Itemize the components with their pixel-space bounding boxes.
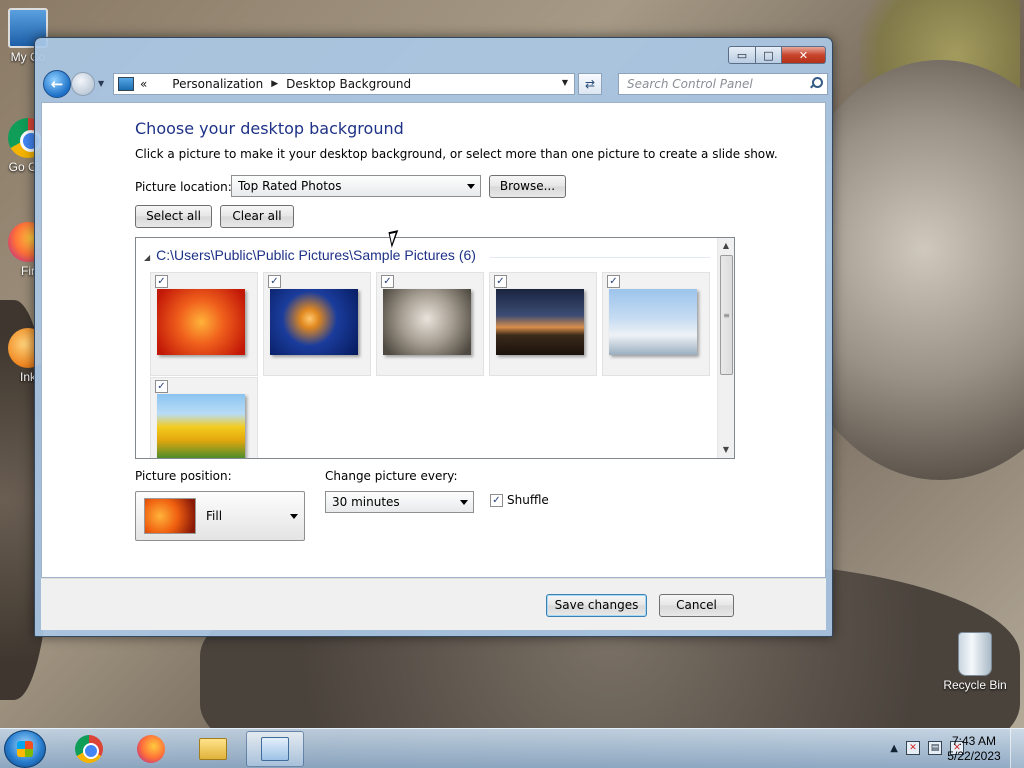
group-title: C:\Users\Public\Public Pictures\Sample P… — [156, 247, 476, 263]
show-desktop-button[interactable] — [1010, 729, 1024, 768]
search-placeholder: Search Control Panel — [627, 77, 753, 91]
cancel-button[interactable]: Cancel — [659, 594, 734, 617]
network-icon[interactable]: ▤ — [928, 741, 942, 755]
picture-tile-jellyfish[interactable]: ✓ — [263, 272, 371, 376]
taskbar-explorer[interactable] — [184, 731, 242, 767]
show-hidden-icons-icon[interactable]: ▲ — [890, 743, 898, 754]
picture-checkbox[interactable]: ✓ — [268, 275, 281, 288]
thumbnail-koala — [383, 289, 471, 355]
desktop-background-panel: Choose your desktop background Click a p… — [41, 102, 826, 578]
page-title: Choose your desktop background — [135, 119, 404, 138]
picture-location-select[interactable]: Top Rated Photos — [231, 175, 481, 197]
scroll-thumb[interactable]: ≡ — [720, 255, 733, 375]
select-all-button[interactable]: Select all — [135, 205, 212, 228]
taskbar-control-panel[interactable] — [246, 731, 304, 767]
desktop-icon-recycle-bin[interactable]: Recycle Bin — [937, 632, 1013, 692]
desktop-icon-label: Fir — [21, 264, 35, 278]
picture-tile-chrysanthemum[interactable]: ✓ — [150, 272, 258, 376]
change-picture-interval-select[interactable]: 30 minutes — [325, 491, 474, 513]
close-button[interactable]: ✕ — [782, 46, 826, 64]
picture-location-label: Picture location: — [135, 180, 232, 194]
firefox-icon — [137, 735, 165, 763]
picture-tile-penguins[interactable]: ✓ — [602, 272, 710, 376]
start-button[interactable] — [4, 730, 46, 768]
picture-tile-koala[interactable]: ✓ — [376, 272, 484, 376]
picture-position-value: Fill — [206, 509, 223, 523]
maximize-icon: □ — [763, 48, 774, 62]
picture-tile-tulips[interactable]: ✓ — [150, 377, 258, 458]
chrome-icon — [75, 735, 103, 763]
chevron-down-icon — [290, 514, 298, 519]
minimize-button[interactable]: ▭ — [728, 46, 756, 64]
breadcrumb-overflow[interactable]: « — [140, 77, 147, 91]
group-divider — [490, 257, 710, 258]
clear-all-button[interactable]: Clear all — [220, 205, 294, 228]
change-picture-value: 30 minutes — [332, 495, 400, 509]
recycle-bin-icon — [958, 632, 992, 676]
breadcrumb-personalization[interactable]: Personalization — [172, 77, 263, 91]
collapse-triangle-icon[interactable]: ◢ — [144, 253, 150, 262]
recent-pages-chevron-icon[interactable]: ▼ — [98, 79, 104, 88]
address-bar[interactable]: « ▶ Personalization ▶ Desktop Background… — [113, 73, 575, 95]
maximize-button[interactable]: □ — [756, 46, 782, 64]
breadcrumb-desktop-background[interactable]: Desktop Background — [286, 77, 411, 91]
thumbnail-penguins — [609, 289, 697, 355]
scroll-up-icon[interactable]: ▲ — [718, 238, 734, 254]
picture-checkbox[interactable]: ✓ — [607, 275, 620, 288]
chevron-down-icon — [467, 184, 475, 189]
browse-button[interactable]: Browse... — [489, 175, 566, 198]
explorer-icon — [199, 738, 227, 760]
scroll-down-icon[interactable]: ▼ — [718, 442, 734, 458]
picture-position-preview — [144, 498, 196, 534]
page-description: Click a picture to make it your desktop … — [135, 147, 778, 161]
taskbar-chrome[interactable] — [60, 731, 118, 767]
back-arrow-icon: ← — [50, 75, 64, 93]
taskbar-firefox[interactable] — [122, 731, 180, 767]
search-input[interactable]: Search Control Panel — [618, 73, 828, 95]
picture-checkbox[interactable]: ✓ — [494, 275, 507, 288]
picture-checkbox[interactable]: ✓ — [381, 275, 394, 288]
thumbnail-jellyfish — [270, 289, 358, 355]
change-picture-label: Change picture every: — [325, 469, 458, 483]
breadcrumb-separator-icon[interactable]: ▶ — [271, 79, 278, 89]
control-panel-icon — [261, 737, 289, 761]
picture-location-value: Top Rated Photos — [238, 179, 342, 193]
picture-checkbox[interactable]: ✓ — [155, 275, 168, 288]
shuffle-checkbox[interactable]: ✓ — [490, 494, 503, 507]
back-button[interactable]: ← — [43, 70, 71, 98]
clock-time: 7:43 AM — [951, 734, 997, 748]
forward-button[interactable] — [71, 72, 95, 96]
taskbar: ▲ ✕ ▤ ✕ 7:43 AM 5/22/2023 — [0, 728, 1024, 768]
action-center-icon[interactable]: ✕ — [906, 741, 920, 755]
save-changes-button[interactable]: Save changes — [546, 594, 647, 617]
gallery-scrollbar[interactable]: ▲ ≡ ▼ — [717, 238, 734, 458]
minimize-icon: ▭ — [736, 48, 748, 62]
window-controls: ▭ □ ✕ — [728, 46, 826, 64]
group-header[interactable]: ◢ C:\Users\Public\Public Pictures\Sample … — [144, 247, 476, 263]
refresh-button[interactable]: ⇄ — [578, 73, 602, 95]
picture-position-label: Picture position: — [135, 469, 232, 483]
thumbnail-tulips — [157, 394, 245, 458]
thumbnail-lighthouse — [496, 289, 584, 355]
refresh-icon: ⇄ — [584, 77, 596, 91]
close-icon: ✕ — [798, 48, 809, 62]
shuffle-label[interactable]: Shuffle — [507, 493, 549, 507]
navigation-bar: ← ▼ « ▶ Personalization ▶ Desktop Backgr… — [41, 70, 828, 100]
picture-tile-lighthouse[interactable]: ✓ — [489, 272, 597, 376]
control-panel-window: ▭ □ ✕ ← ▼ « ▶ Personalization ▶ Desktop … — [34, 37, 833, 637]
dialog-footer: Save changes Cancel — [41, 578, 826, 630]
clock[interactable]: 7:43 AM 5/22/2023 — [944, 734, 1004, 764]
picture-checkbox[interactable]: ✓ — [155, 380, 168, 393]
clock-date: 5/22/2023 — [947, 749, 1001, 763]
desktop-icon-label: Recycle Bin — [943, 678, 1007, 692]
picture-gallery: ◢ C:\Users\Public\Public Pictures\Sample … — [135, 237, 735, 459]
control-panel-icon — [118, 77, 134, 91]
search-icon[interactable] — [809, 77, 823, 89]
picture-position-select[interactable]: Fill — [135, 491, 305, 541]
address-dropdown-icon[interactable]: ▼ — [562, 78, 568, 87]
thumbnail-chrysanthemum — [157, 289, 245, 355]
chevron-down-icon — [460, 500, 468, 505]
